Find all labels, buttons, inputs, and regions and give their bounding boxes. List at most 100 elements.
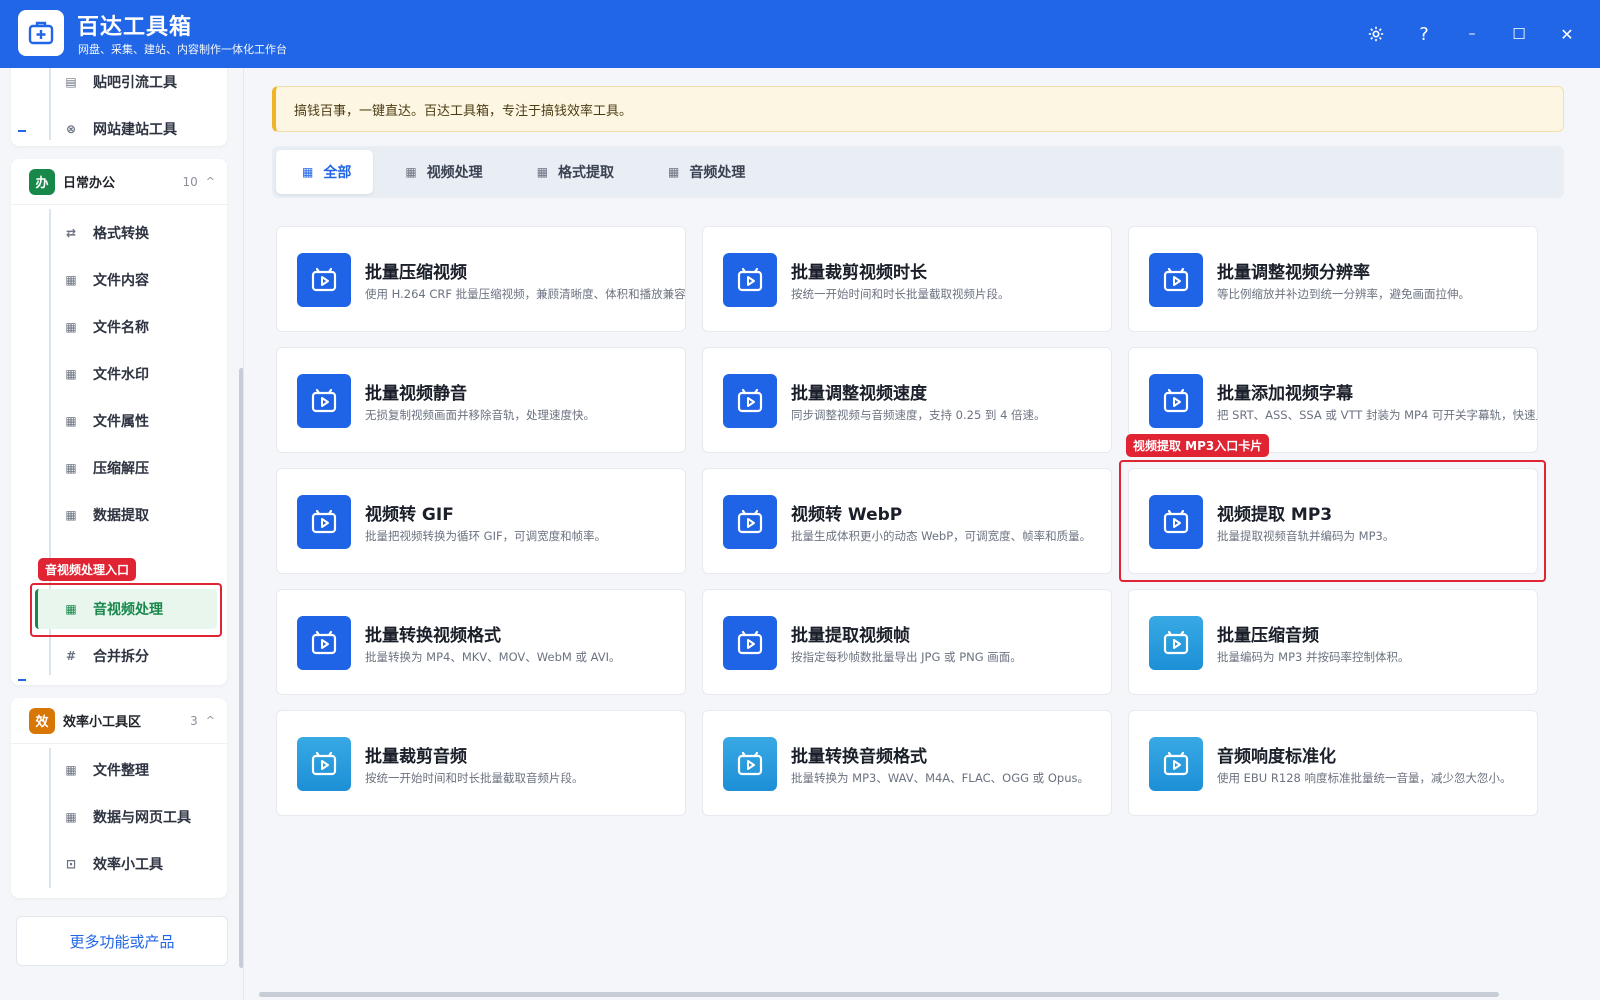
video-play-icon [297,616,351,670]
group-header-efficiency[interactable]: 效 效率小工具区 3 ^ [11,698,227,744]
grid-icon: ▦ [65,414,77,428]
tool-card-description: 按指定每秒帧数批量导出 JPG 或 PNG 画面。 [791,650,1022,664]
tool-card-title: 音频响度标准化 [1217,747,1336,767]
tool-card[interactable]: 批量转换视频格式批量转换为 MP4、MKV、MOV、WebM 或 AVI。 [276,589,686,695]
sidebar-item-av-processing[interactable]: ▦ 音视频处理 [35,589,217,629]
tool-card-description: 按统一开始时间和时长批量截取视频片段。 [791,287,1010,301]
tool-card-description: 把 SRT、ASS、SSA 或 VTT 封装为 MP4 可开关字幕轨，快速且不重 [1217,408,1538,422]
annotation-tag-av: 音视频处理入口 [38,558,137,581]
tool-card[interactable]: 视频转 GIF 批量把视频转换为循环 GIF，可调宽度和帧率。 [276,468,686,574]
grid-icon: ▦ [65,602,77,616]
document-icon: ▤ [65,75,77,89]
sidebar-item-format-convert[interactable]: ⇄ 格式转换 [35,213,225,253]
tab-format-extract[interactable]: ▦ 格式提取 [511,150,636,194]
video-play-icon [723,253,777,307]
tool-card-title: 批量调整视频速度 [791,384,927,404]
tool-card[interactable]: 批量裁剪视频时长按统一开始时间和时长批量截取视频片段。 [702,226,1112,332]
tool-card[interactable]: 音频响度标准化使用 EBU R128 响度标准批量统一音量，减少忽大忽小。 [1128,710,1538,816]
grid-icon: ▦ [65,273,77,287]
grid-icon: ▦ [65,810,77,824]
sidebar-item-tieba[interactable]: ▤ 贴吧引流工具 [35,68,225,102]
grid-icon: ▦ [302,165,314,179]
app-subtitle: 网盘、采集、建站、内容制作一体化工作台 [78,43,287,56]
main-horizontal-scrollbar[interactable] [259,992,1499,997]
title-bar: 百达工具箱 网盘、采集、建站、内容制作一体化工作台 ? – ☐ ✕ [0,0,1600,68]
video-play-icon [297,374,351,428]
grid-icon: ▦ [65,763,77,777]
tool-card-description: 按统一开始时间和时长批量截取音频片段。 [365,771,584,785]
sidebar: ▤ 贴吧引流工具 ⊗ 网站建站工具 办 日常办公 10 ^ ⇄ 格式转换 ▦ 文… [0,68,244,1000]
tool-card[interactable]: 批量视频静音 无损复制视频画面并移除音轨，处理速度快。 [276,347,686,453]
sidebar-item-file-organize[interactable]: ▦ 文件整理 [35,750,225,790]
maximize-button[interactable]: ☐ [1505,20,1533,48]
tool-card-title: 批量转换视频格式 [365,626,501,646]
group-daily-office: 办 日常办公 10 ^ ⇄ 格式转换 ▦ 文件内容 ▦ 文件名称 ▦ 文件水印 … [11,159,227,685]
video-play-icon [723,737,777,791]
video-play-icon [1149,495,1203,549]
video-play-icon [1149,616,1203,670]
video-play-icon [723,374,777,428]
tab-all[interactable]: ▦ 全部 [276,150,374,194]
group-title: 日常办公 [63,176,116,191]
sidebar-item-compress[interactable]: ▦ 压缩解压 [35,448,225,488]
tool-card-description: 批量编码为 MP3 并按码率控制体积。 [1217,650,1410,664]
close-button[interactable]: ✕ [1553,20,1581,48]
sidebar-item-data-extract[interactable]: ▦ 数据提取 [35,495,225,535]
sidebar-item-file-watermark[interactable]: ▦ 文件水印 [35,354,225,394]
gear-icon [1368,26,1384,42]
tool-card-title: 批量裁剪视频时长 [791,263,927,283]
sidebar-item-file-name[interactable]: ▦ 文件名称 [35,307,225,347]
minimize-button[interactable]: – [1458,20,1486,48]
grid-icon: ▦ [65,320,77,334]
video-play-icon [723,495,777,549]
tool-card-title: 批量视频静音 [365,384,467,404]
tab-audio[interactable]: ▦ 音频处理 [642,150,767,194]
sidebar-item-file-content[interactable]: ▦ 文件内容 [35,260,225,300]
tool-card[interactable]: 视频转 WebP 批量生成体积更小的动态 WebP，可调宽度、帧率和质量。 [702,468,1112,574]
toolbox-icon: ⊡ [65,857,77,871]
sidebar-item-merge-split[interactable]: # 合并拆分 [35,636,225,676]
tool-card-title: 批量压缩视频 [365,263,467,283]
video-play-icon [723,616,777,670]
tool-card[interactable]: 批量转换音频格式 批量转换为 MP3、WAV、M4A、FLAC、OGG 或 Opu… [702,710,1112,816]
tool-card[interactable]: 批量调整视频分辨率 等比例缩放并补边到统一分辨率，避免画面拉伸。 [1128,226,1538,332]
sidebar-item-efficiency-tools[interactable]: ⊡ 效率小工具 [35,844,225,884]
tool-card[interactable]: 批量裁剪音频按统一开始时间和时长批量截取音频片段。 [276,710,686,816]
grid-icon: ▦ [65,461,77,475]
tool-card-title: 批量转换音频格式 [791,747,927,767]
tool-card-title: 批量提取视频帧 [791,626,910,646]
grid-icon: ▦ [405,165,417,179]
tool-card[interactable]: 视频提取 MP3 批量提取视频音轨并编码为 MP3。 [1128,468,1538,574]
tool-card-description: 批量提取视频音轨并编码为 MP3。 [1217,529,1395,543]
tool-card[interactable]: 批量压缩视频 使用 H.264 CRF 批量压缩视频，兼顾清晰度、体积和播放兼容性… [276,226,686,332]
annotation-tag-mp3: 视频提取 MP3入口卡片 [1126,434,1270,457]
tool-card[interactable]: 批量压缩音频批量编码为 MP3 并按码率控制体积。 [1128,589,1538,695]
group-title: 效率小工具区 [63,715,142,730]
settings-button[interactable] [1362,20,1390,48]
tool-card-description: 批量转换为 MP4、MKV、MOV、WebM 或 AVI。 [365,650,621,664]
tool-card-description: 使用 EBU R128 响度标准批量统一音量，减少忽大忽小。 [1217,771,1512,785]
sidebar-item-website[interactable]: ⊗ 网站建站工具 [35,109,225,149]
tool-card-description: 同步调整视频与音频速度，支持 0.25 到 4 倍速。 [791,408,1046,422]
grid-icon: ▦ [65,367,77,381]
video-play-icon [297,737,351,791]
tool-card-title: 批量裁剪音频 [365,747,467,767]
help-button[interactable]: ? [1410,20,1438,48]
globe-icon: ⊗ [65,122,77,136]
tool-card-title: 批量添加视频字幕 [1217,384,1353,404]
group-count: 10 [182,174,198,189]
tool-card[interactable]: 批量调整视频速度同步调整视频与音频速度，支持 0.25 到 4 倍速。 [702,347,1112,453]
group-count: 3 [190,713,198,728]
tool-card-title: 批量压缩音频 [1217,626,1319,646]
tool-card[interactable]: 批量提取视频帧按指定每秒帧数批量导出 JPG 或 PNG 画面。 [702,589,1112,695]
sidebar-item-data-web[interactable]: ▦ 数据与网页工具 [35,797,225,837]
tool-card-title: 批量调整视频分辨率 [1217,263,1370,283]
tool-card-description: 批量把视频转换为循环 GIF，可调宽度和帧率。 [365,529,607,543]
hash-icon: # [65,649,77,663]
group-header-daily-office[interactable]: 办 日常办公 10 ^ [11,159,227,205]
tab-video[interactable]: ▦ 视频处理 [379,150,504,194]
sidebar-item-file-props[interactable]: ▦ 文件属性 [35,401,225,441]
grid-icon: ▦ [65,508,77,522]
app-title: 百达工具箱 [77,15,193,40]
more-features-button[interactable]: 更多功能或产品 [16,916,228,966]
